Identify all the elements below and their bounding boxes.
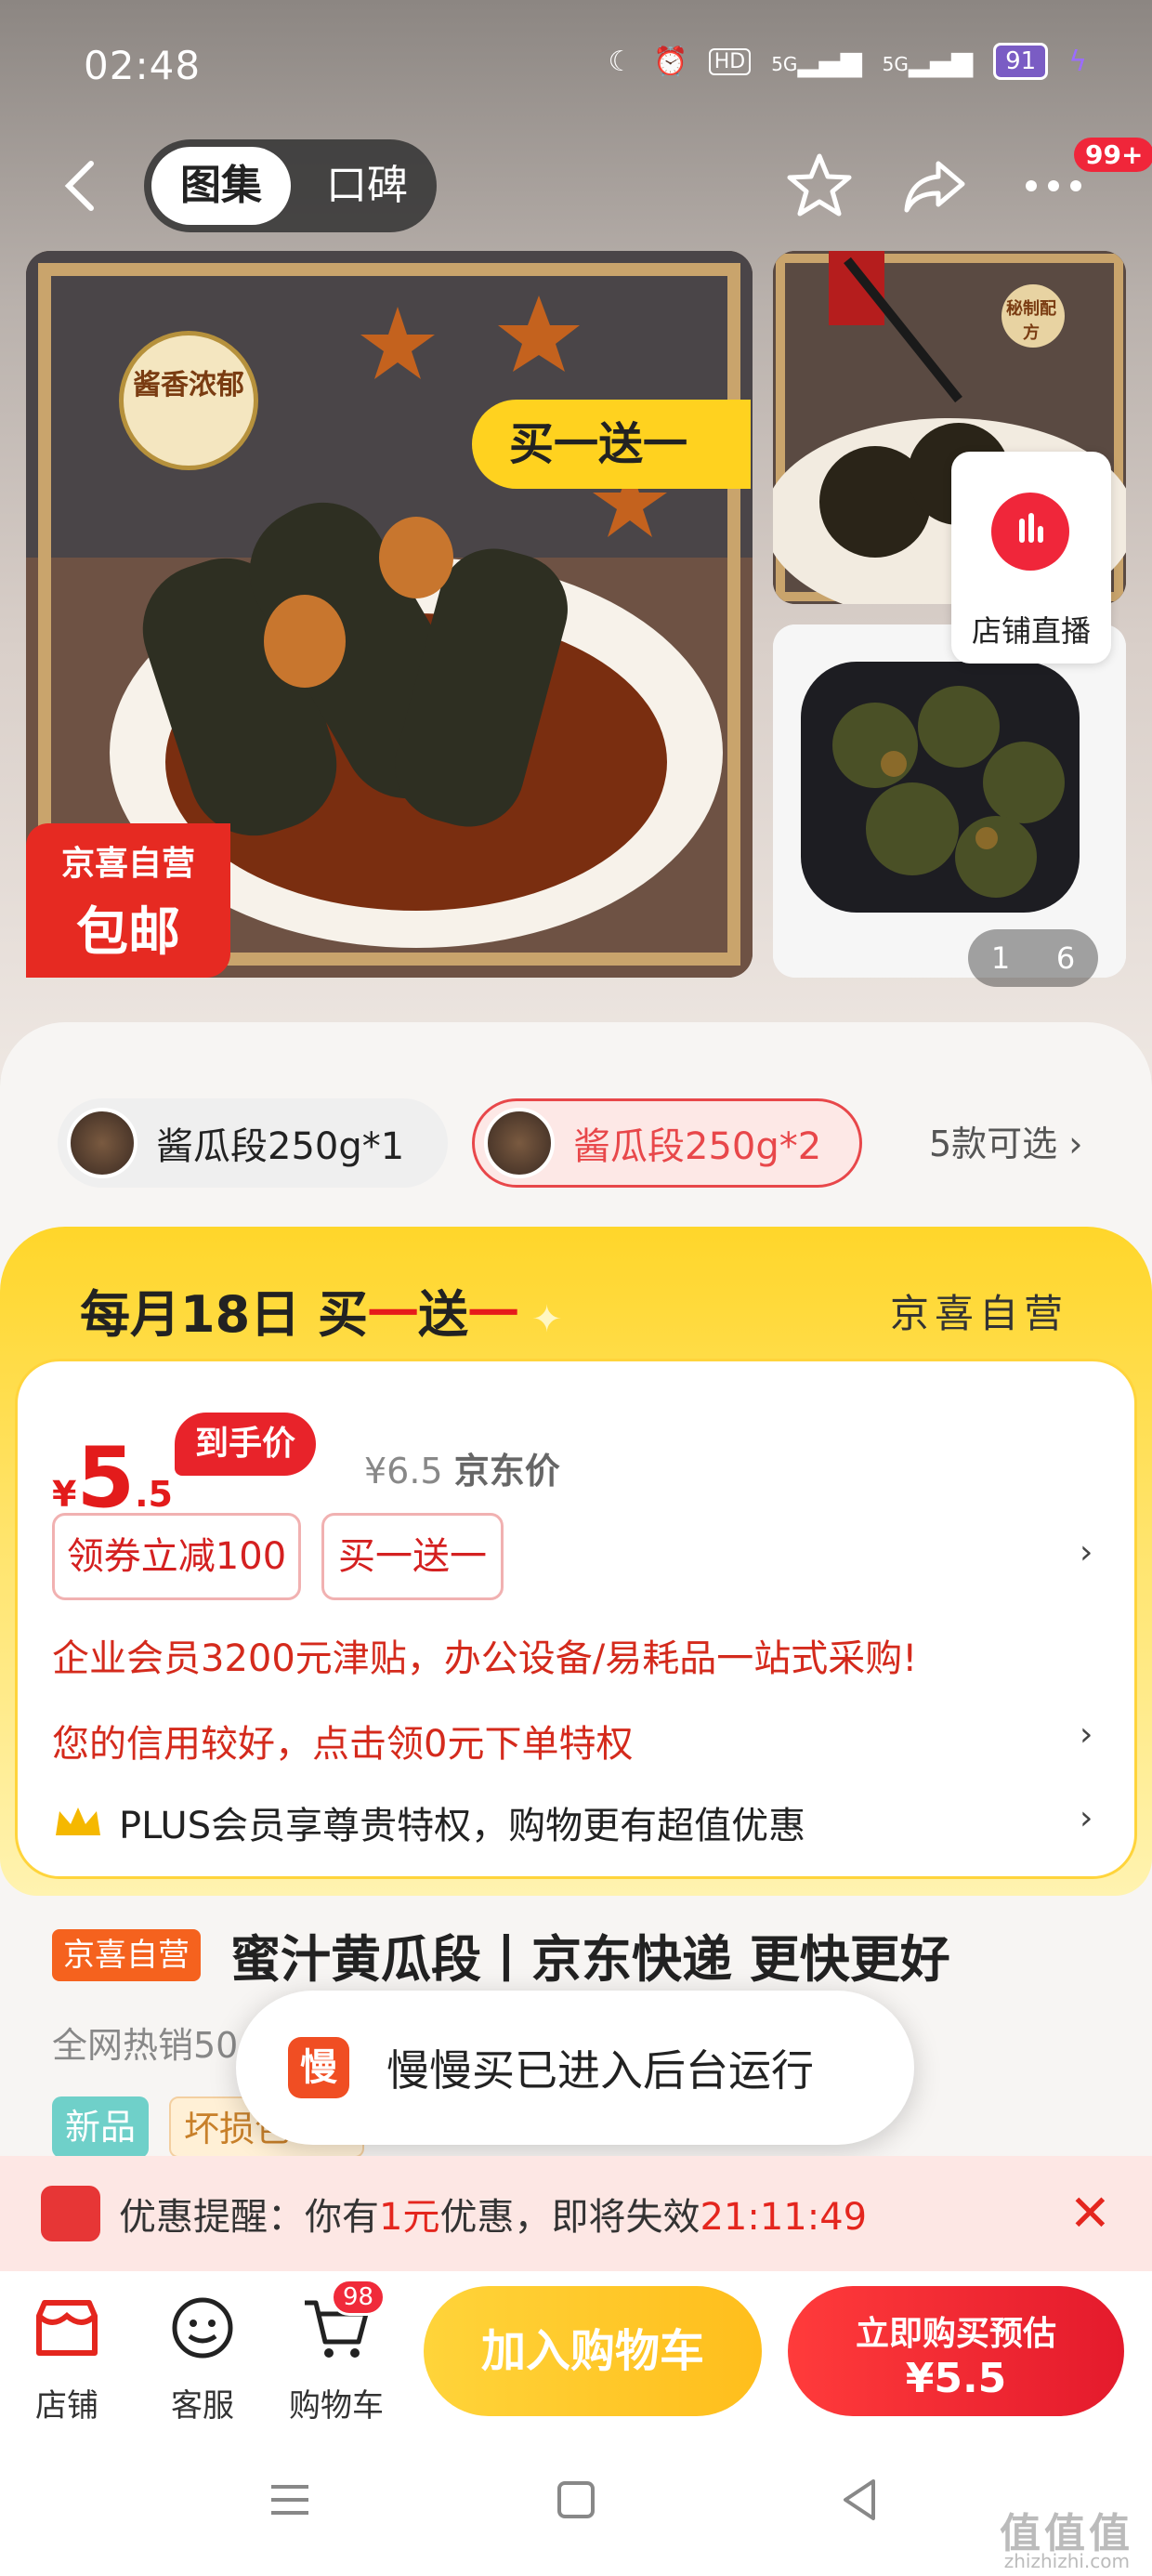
shop-icon [36,2300,98,2356]
discount-reminder-bar[interactable]: 优惠提醒：你有1元优惠，即将失效21:11:49 ✕ [0,2156,1152,2271]
secret-recipe-seal: 秘制配方 [1006,299,1056,343]
chat-icon [172,2297,233,2359]
free-shipping-label: 包邮 [76,902,180,963]
coupon-button[interactable]: 领券立减100 [52,1513,301,1600]
share-icon[interactable] [897,149,972,223]
favorite-star-icon[interactable] [782,149,857,223]
add-to-cart-button[interactable]: 加入购物车 [424,2286,762,2416]
buy-one-get-one-button[interactable]: 买一送一 [321,1513,504,1600]
jingxi-label: 京喜自营 [60,845,195,883]
cart-count-badge: 98 [331,2279,386,2316]
signal-icon-2: 5G▂▄▆ [882,45,974,78]
live-broadcast-icon [991,493,1069,571]
customer-service-button[interactable]: 客服 [147,2295,258,2425]
menu-icon[interactable] [262,2472,318,2528]
jingxi-free-shipping-badge: 京喜自营 包邮 [26,823,230,978]
tab-reviews[interactable]: 口碑 [307,147,427,225]
status-time: 02:48 [84,43,202,88]
sauce-seal-badge: 酱香浓郁 [119,331,258,470]
product-subtitle: 全网热销50 [52,2025,239,2066]
cart-button[interactable]: 购物车 [281,2295,392,2425]
coupon-icon [41,2186,100,2241]
shop-button[interactable]: 店铺 [11,2295,123,2425]
watermark-url: zhizhizhi.com [1003,2550,1130,2572]
pager-total: 6 [1055,940,1076,976]
self-operated-label: 京喜自营 [889,1291,1068,1336]
promo-headline: 每月18日 买一送一 ✦ [80,1285,563,1344]
variant-thumbnail [484,1108,555,1178]
jingxi-self-tag: 京喜自营 [52,1929,201,1981]
variant-label: 酱瓜段250g*1 [156,1125,405,1168]
status-bar: 02:48 ☾ ⏰ HD 5G▂▄▆ 5G▂▄▆ 91 ϟ [0,0,1152,139]
close-icon[interactable]: ✕ [1069,2184,1111,2242]
more-variants-link[interactable]: 5款可选 › [929,1115,1082,1166]
variant-option-1[interactable]: 酱瓜段250g*1 [58,1098,448,1188]
reminder-text: 优惠提醒：你有1元优惠，即将失效21:11:49 [119,2196,868,2239]
plus-member-link[interactable]: PLUS会员享尊贵特权，购物更有超值优惠 [52,1795,805,1849]
store-live-button[interactable]: 店铺直播 [951,452,1111,664]
toast-message: 慢慢买已进入后台运行 [386,2045,814,2096]
background-running-toast: 慢 慢慢买已进入后台运行 [236,1991,914,2145]
thumbnail-image-2[interactable] [773,624,1126,978]
pager-current: 1 [990,940,1011,976]
battery-icon: 91 [993,43,1049,80]
back-icon[interactable] [58,158,104,214]
status-icons: ☾ ⏰ HD 5G▂▄▆ 5G▂▄▆ 91 ϟ [608,43,1087,80]
coupon-chevron-icon[interactable]: › [1080,1533,1093,1571]
thumbnail-photo-2 [773,624,1126,978]
product-title: 蜜汁黄瓜段丨京东快递 更快更好 [230,1930,950,1989]
image-pager: 1 6 [968,929,1098,987]
home-icon[interactable] [548,2472,604,2528]
variant-option-2-selected[interactable]: 酱瓜段250g*2 [472,1098,862,1188]
alarm-icon: ⏰ [653,45,688,78]
store-live-label: 店铺直播 [971,613,1091,649]
variant-thumbnail [67,1108,137,1178]
credit-chevron-icon[interactable]: › [1080,1715,1093,1754]
tab-gallery[interactable]: 图集 [151,147,291,225]
final-price-tag: 到手价 [175,1413,317,1476]
hd-icon: HD [708,47,752,75]
buy-now-button[interactable]: 立即购买预估 ¥5.5 [788,2286,1124,2416]
plus-chevron-icon[interactable]: › [1080,1799,1093,1837]
manmanmai-logo: 慢 [288,2037,349,2098]
new-product-tag: 新品 [52,2096,150,2158]
back-nav-icon[interactable] [832,2472,888,2528]
credit-privilege-link[interactable]: 您的信用较好，点击领0元下单特权 [52,1714,633,1768]
message-badge: 99+ [1074,138,1152,172]
variant-label: 酱瓜段250g*2 [573,1125,822,1168]
crown-icon [56,1807,100,1835]
signal-icon: 5G▂▄▆ [771,45,862,78]
buy-one-get-one-banner: 买一送一 [472,400,751,489]
charging-icon: ϟ [1068,45,1087,78]
view-tabs: 图集 口碑 [144,139,437,232]
moon-icon: ☾ [608,45,634,78]
enterprise-member-promo[interactable]: 企业会员3200元津贴，办公设备/易耗品一站式采购! [52,1628,917,1682]
jd-price: ¥6.5 京东价 [364,1451,560,1492]
